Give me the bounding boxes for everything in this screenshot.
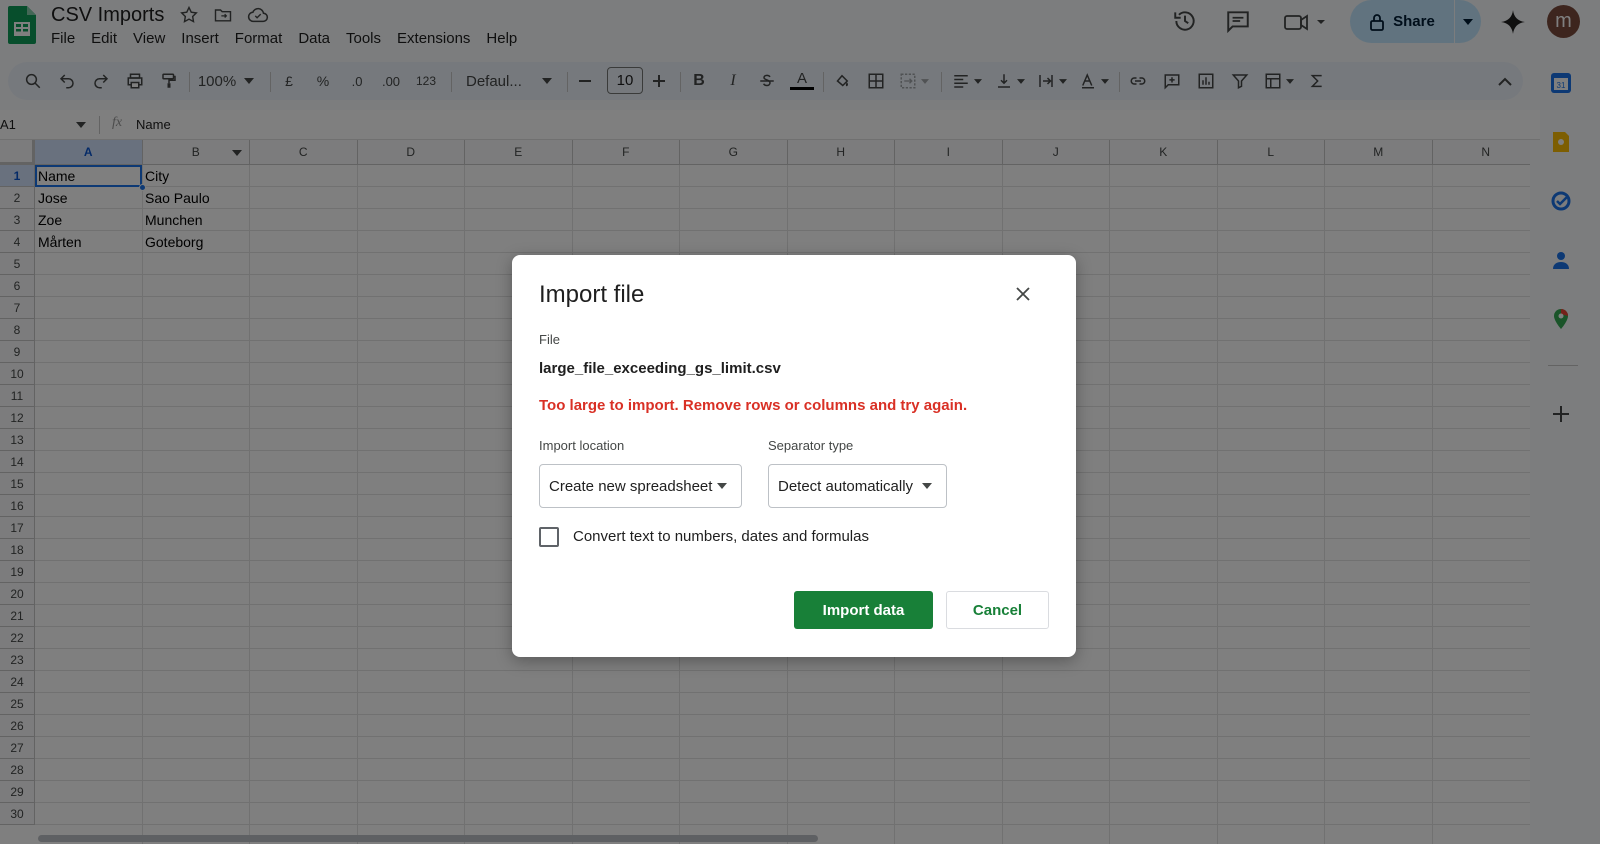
error-message: Too large to import. Remove rows or colu…	[539, 397, 968, 414]
separator-type-value: Detect automatically	[778, 477, 914, 495]
import-location-label: Import location	[539, 438, 625, 453]
import-location-select[interactable]: Create new spreadsheet	[539, 464, 742, 508]
file-label: File	[539, 332, 560, 347]
import-location-value: Create new spreadsheet	[549, 477, 713, 495]
caret-down-icon	[922, 483, 932, 489]
separator-type-select[interactable]: Detect automatically	[768, 464, 947, 508]
file-name: large_file_exceeding_gs_limit.csv	[539, 360, 781, 377]
import-data-button[interactable]: Import data	[794, 591, 933, 629]
cancel-button[interactable]: Cancel	[946, 591, 1049, 629]
caret-down-icon	[717, 483, 727, 489]
close-icon[interactable]	[1011, 282, 1035, 306]
convert-text-checkbox[interactable]	[539, 527, 559, 547]
import-file-dialog: Import file File large_file_exceeding_gs…	[512, 255, 1076, 657]
convert-text-label[interactable]: Convert text to numbers, dates and formu…	[573, 528, 869, 545]
dialog-title: Import file	[539, 281, 645, 308]
separator-type-label: Separator type	[768, 438, 854, 453]
